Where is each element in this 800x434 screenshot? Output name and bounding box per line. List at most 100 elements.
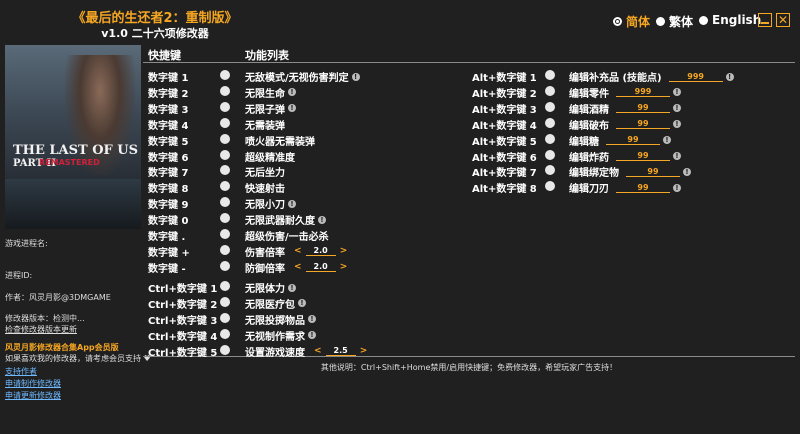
lang-label: 繁体 (669, 15, 694, 29)
toggle-radio[interactable] (220, 328, 230, 339)
app-title: 《最后的生还者2：重制版》 (72, 11, 238, 26)
increase-arrow-icon[interactable]: > (360, 346, 368, 356)
option-label: 无限医疗包 (245, 299, 295, 311)
hotkey-label: 数字键 0 (148, 216, 189, 228)
option-label: 喷火器无需装弹 (245, 136, 315, 148)
toggle-radio[interactable] (220, 149, 230, 160)
toggle-radio[interactable] (220, 244, 230, 255)
toggle-radio[interactable] (545, 117, 555, 128)
value-input[interactable]: 999 (668, 72, 723, 82)
info-icon[interactable]: ! (288, 104, 296, 113)
value-input[interactable]: 99 (616, 119, 670, 130)
option-item: 伤害倍率 <2.0 > (245, 244, 347, 259)
info-icon[interactable]: ! (351, 72, 360, 81)
close-icon[interactable]: ✕ (776, 13, 790, 27)
toggle-radio[interactable] (545, 149, 555, 160)
toggle-radio[interactable] (220, 312, 230, 323)
toggle-radio[interactable] (220, 101, 230, 112)
toggle-radio[interactable] (220, 281, 230, 291)
option-label: 编辑炸药 (569, 152, 609, 164)
toggle-radio[interactable] (220, 165, 230, 176)
increase-arrow-icon[interactable]: > (340, 262, 348, 272)
info-icon[interactable]: ! (288, 88, 296, 97)
value-input[interactable]: 99 (606, 135, 660, 146)
stepper-value[interactable]: 2.5 (325, 346, 356, 357)
info-icon[interactable]: ! (725, 72, 734, 81)
footer-note: 其他说明：Ctrl+Shift+Home禁用/启用快捷键；免费修改器，希望玩家广… (320, 363, 618, 372)
info-icon[interactable]: ! (673, 152, 681, 160)
value-input[interactable]: 99 (616, 103, 670, 114)
info-icon[interactable]: ! (288, 199, 296, 208)
hotkey-label: Alt+数字键 5 (472, 136, 537, 148)
value-input[interactable]: 99 (626, 167, 680, 177)
toggle-radio[interactable] (220, 197, 230, 208)
value-input[interactable]: 99 (616, 151, 670, 161)
info-icon[interactable]: ! (318, 215, 326, 224)
info-icon[interactable]: ! (673, 183, 681, 192)
check-update-link[interactable]: 检查修改器版本更新 (5, 324, 77, 335)
option-label: 无需装弹 (245, 120, 285, 132)
info-icon[interactable]: ! (673, 104, 681, 113)
option-item: 超级伤害/一击必杀 (245, 228, 329, 243)
hotkey-label: Alt+数字键 6 (472, 152, 537, 164)
toggle-radio[interactable] (220, 85, 230, 96)
value-stepper: <2.5 > (314, 346, 368, 357)
info-icon[interactable]: ! (308, 331, 316, 340)
option-label: 无后坐力 (245, 168, 285, 180)
info-icon[interactable]: ! (673, 88, 681, 97)
option-label: 无限子弹 (245, 104, 285, 116)
value-input[interactable]: 99 (616, 183, 670, 193)
hotkey-label: 数字键 9 (148, 200, 189, 212)
cover-logo-line1: THE LAST OF US (13, 143, 139, 158)
decrease-arrow-icon[interactable]: < (294, 246, 302, 256)
toggle-radio[interactable] (545, 85, 555, 96)
toggle-radio[interactable] (545, 133, 555, 144)
option-label: 编辑糖 (569, 136, 599, 148)
increase-arrow-icon[interactable]: > (340, 246, 348, 256)
toggle-radio[interactable] (220, 260, 230, 271)
toggle-radio[interactable] (220, 117, 230, 128)
value-input[interactable]: 999 (616, 87, 670, 98)
toggle-radio[interactable] (220, 229, 230, 239)
toggle-radio[interactable] (545, 101, 555, 112)
support-text: 如果喜欢我的修改器，请考虑会员支持 ♥ (5, 354, 151, 363)
toggle-radio[interactable] (545, 70, 555, 80)
option-label: 超级精准度 (245, 152, 295, 164)
info-icon[interactable]: ! (308, 315, 316, 324)
toggle-radio[interactable] (545, 165, 555, 176)
request-trainer-link[interactable]: 申请制作修改器 (5, 378, 61, 389)
option-label: 无限投掷物品 (245, 315, 305, 327)
toggle-radio[interactable] (220, 70, 230, 80)
lang-option-traditional[interactable]: 繁体 (656, 13, 693, 30)
info-icon[interactable]: ! (298, 299, 306, 308)
option-item: 无敌模式/无视伤害判定! (245, 69, 360, 84)
stepper-value[interactable]: 2.0 (305, 246, 336, 257)
option-item: 编辑补充品 (技能点) 999! (569, 69, 734, 84)
minimize-icon[interactable] (758, 13, 772, 27)
lang-option-english[interactable]: English (699, 13, 761, 27)
toggle-radio[interactable] (220, 181, 230, 192)
toggle-radio[interactable] (220, 133, 230, 144)
info-icon[interactable]: ! (673, 120, 681, 129)
option-label: 伤害倍率 (245, 247, 285, 259)
option-item: 超级精准度 (245, 149, 295, 164)
request-update-link[interactable]: 申请更新修改器 (5, 390, 61, 401)
info-icon[interactable]: ! (288, 283, 296, 292)
option-item: 快速射击 (245, 180, 285, 195)
decrease-arrow-icon[interactable]: < (294, 262, 302, 272)
radio-icon (656, 17, 665, 26)
toggle-radio[interactable] (220, 344, 230, 355)
decrease-arrow-icon[interactable]: < (314, 346, 322, 356)
option-label: 编辑刀刃 (569, 184, 609, 196)
toggle-radio[interactable] (220, 296, 230, 307)
toggle-radio[interactable] (220, 213, 230, 224)
lang-label: 简体 (626, 15, 651, 29)
lang-option-simplified[interactable]: 简体 (613, 13, 650, 30)
info-icon[interactable]: ! (663, 136, 671, 145)
stepper-value[interactable]: 2.0 (305, 262, 336, 273)
info-icon[interactable]: ! (683, 167, 691, 176)
option-label: 无限体力 (245, 284, 285, 295)
app-member-label[interactable]: 风灵月影修改器合集App会员版 (5, 342, 119, 353)
toggle-radio[interactable] (545, 181, 555, 192)
support-author-link[interactable]: 支持作者 (5, 366, 37, 377)
